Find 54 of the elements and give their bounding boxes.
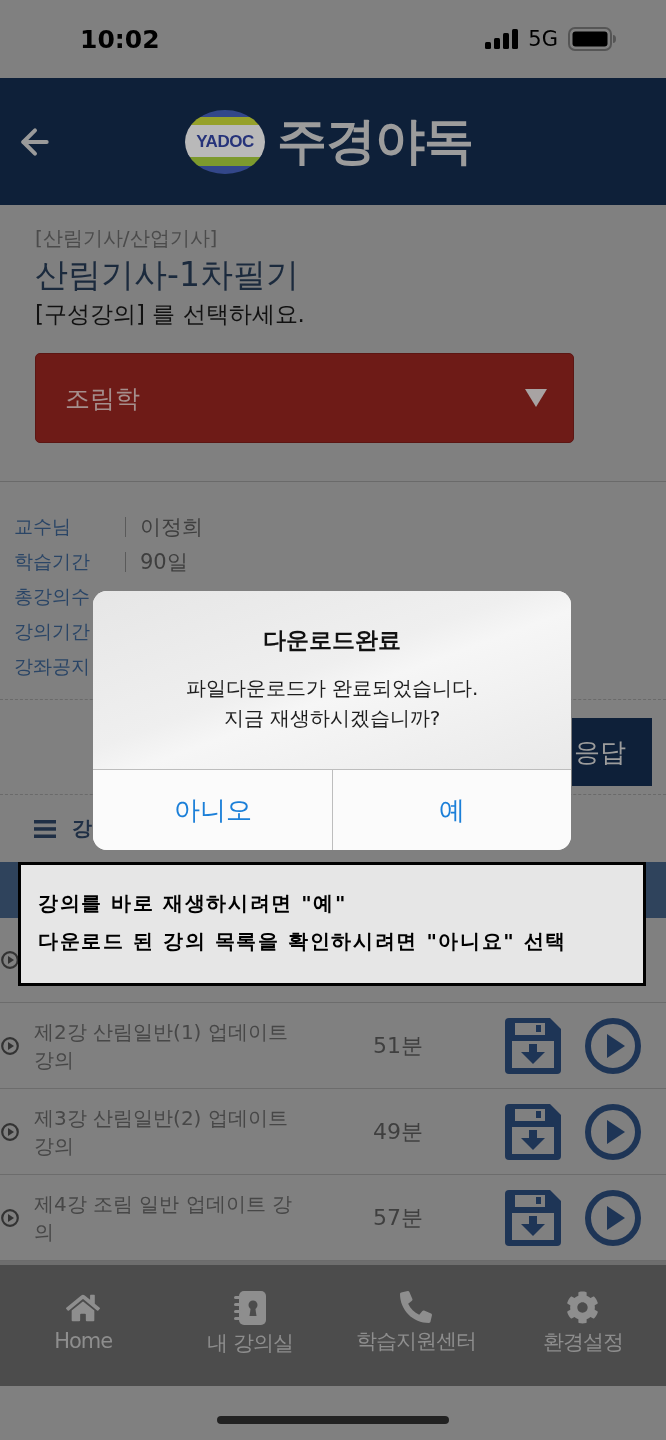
nav-item[interactable]: 환경설정	[542, 1291, 623, 1356]
lecture-title: 제2강 산림일반(1) 업데이트 강의	[34, 1018, 289, 1074]
logo-badge: YADOC	[185, 109, 265, 174]
battery-icon	[568, 27, 616, 51]
lecture-title: 제4강 조림 일반 업데이트 강의	[34, 1190, 294, 1246]
nav-item[interactable]: Home	[54, 1291, 113, 1353]
phone-icon	[400, 1291, 433, 1323]
play-circle-icon	[585, 1103, 641, 1160]
save-download-icon	[505, 1017, 561, 1074]
menu-icon[interactable]	[34, 819, 56, 838]
info-label: 총강의수	[14, 583, 91, 609]
action-button[interactable]: 응답	[572, 718, 652, 786]
play-button[interactable]	[585, 1103, 641, 1160]
status-time: 10:02	[80, 24, 160, 54]
lecture-duration: 49분	[373, 1117, 424, 1146]
play-icon	[1, 1122, 19, 1141]
settings-icon	[566, 1291, 600, 1324]
course-dropdown[interactable]: 조림학	[35, 353, 574, 443]
play-button[interactable]	[585, 1189, 641, 1246]
info-label: 학습기간	[14, 548, 91, 574]
save-download-icon	[505, 1189, 561, 1246]
section-title: 강	[72, 815, 92, 842]
play-icon	[1, 1036, 19, 1055]
lecture-duration: 51분	[373, 1031, 424, 1060]
nav-item[interactable]: 학습지원센터	[356, 1291, 477, 1355]
play-icon	[1, 951, 19, 969]
dropdown-arrow-icon	[525, 389, 547, 407]
logo-text: 주경야독	[277, 111, 473, 172]
course-title: 산림기사-1차필기	[35, 254, 299, 296]
info-label: 강좌공지	[14, 653, 91, 679]
instruction-text: [구성강의] 를 선택하세요.	[35, 300, 305, 329]
play-icon	[1, 1208, 19, 1227]
info-label: 교수님	[14, 513, 72, 539]
annotation-text: 다운로드 된 강의 목록을 확인하시려면 "아니요" 선택	[38, 928, 568, 955]
notebook-lock-icon	[233, 1291, 266, 1325]
play-circle-icon	[585, 1017, 641, 1074]
lecture-duration: 57분	[373, 1203, 424, 1232]
dialog-title: 다운로드완료	[263, 626, 401, 655]
lecture-title: 제3강 산림일반(2) 업데이트 강의	[34, 1104, 289, 1160]
nav-item[interactable]: 내 강의실	[206, 1291, 293, 1357]
play-button[interactable]	[585, 1017, 641, 1074]
download-button[interactable]	[505, 1017, 561, 1074]
download-button[interactable]	[505, 1103, 561, 1160]
dialog-message: 파일다운로드가 완료되었습니다. 지금 재생하시겠습니까?	[185, 675, 479, 732]
annotation-text: 강의를 바로 재생하시려면 "예"	[38, 890, 347, 917]
info-value: 90일	[125, 547, 188, 576]
signal-icon	[485, 29, 519, 49]
save-download-icon	[505, 1103, 561, 1160]
download-button[interactable]	[505, 1189, 561, 1246]
info-label: 강의기간	[14, 618, 91, 644]
play-circle-icon	[585, 1189, 641, 1246]
info-value: 이정희	[125, 512, 203, 541]
dialog-button[interactable]: 예	[332, 770, 571, 850]
network-type: 5G	[528, 27, 558, 51]
